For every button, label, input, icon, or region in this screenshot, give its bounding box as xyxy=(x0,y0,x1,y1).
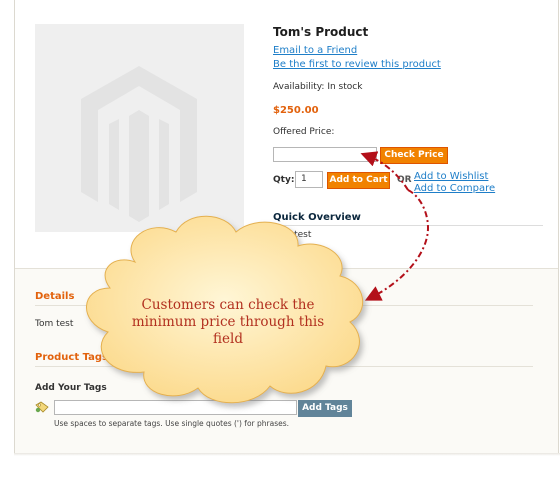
product-image[interactable] xyxy=(35,24,244,232)
email-to-friend-link[interactable]: Email to a Friend xyxy=(273,45,357,56)
add-your-tags-label: Add Your Tags xyxy=(35,383,107,393)
page-bottom-shadow xyxy=(14,453,560,456)
review-link[interactable]: Be the first to review this product xyxy=(273,59,441,70)
availability-value: In stock xyxy=(327,82,363,92)
magento-logo-icon xyxy=(81,66,197,222)
offered-price-input[interactable] xyxy=(273,147,377,162)
details-text: Tom test xyxy=(35,319,74,329)
quick-overview-text: Tom test xyxy=(273,230,312,240)
or-label: OR xyxy=(397,175,412,185)
tag-icon xyxy=(35,401,49,413)
qty-label: Qty: xyxy=(273,175,295,185)
add-to-wishlist-link[interactable]: Add to Wishlist xyxy=(414,171,488,182)
add-to-cart-button[interactable]: Add to Cart xyxy=(327,172,390,189)
availability: Availability: In stock xyxy=(273,82,362,92)
tag-input[interactable] xyxy=(54,400,297,415)
availability-label: Availability: xyxy=(273,82,325,92)
add-to-compare-link[interactable]: Add to Compare xyxy=(414,183,495,194)
quick-overview-divider xyxy=(273,225,543,226)
callout-text: Customers can check the minimum price th… xyxy=(131,297,325,347)
product-title: Tom's Product xyxy=(273,25,369,39)
product-tags-heading: Product Tags xyxy=(35,352,108,363)
tags-hint: Use spaces to separate tags. Use single … xyxy=(54,419,290,428)
check-price-button[interactable]: Check Price xyxy=(380,147,448,164)
product-tags-divider xyxy=(35,366,533,367)
add-tags-button[interactable]: Add Tags xyxy=(298,400,352,417)
product-price: $250.00 xyxy=(273,105,319,116)
qty-input[interactable]: 1 xyxy=(295,171,323,188)
offered-price-label: Offered Price: xyxy=(273,127,335,137)
details-heading: Details xyxy=(35,291,75,302)
quick-overview-heading: Quick Overview xyxy=(273,212,361,223)
